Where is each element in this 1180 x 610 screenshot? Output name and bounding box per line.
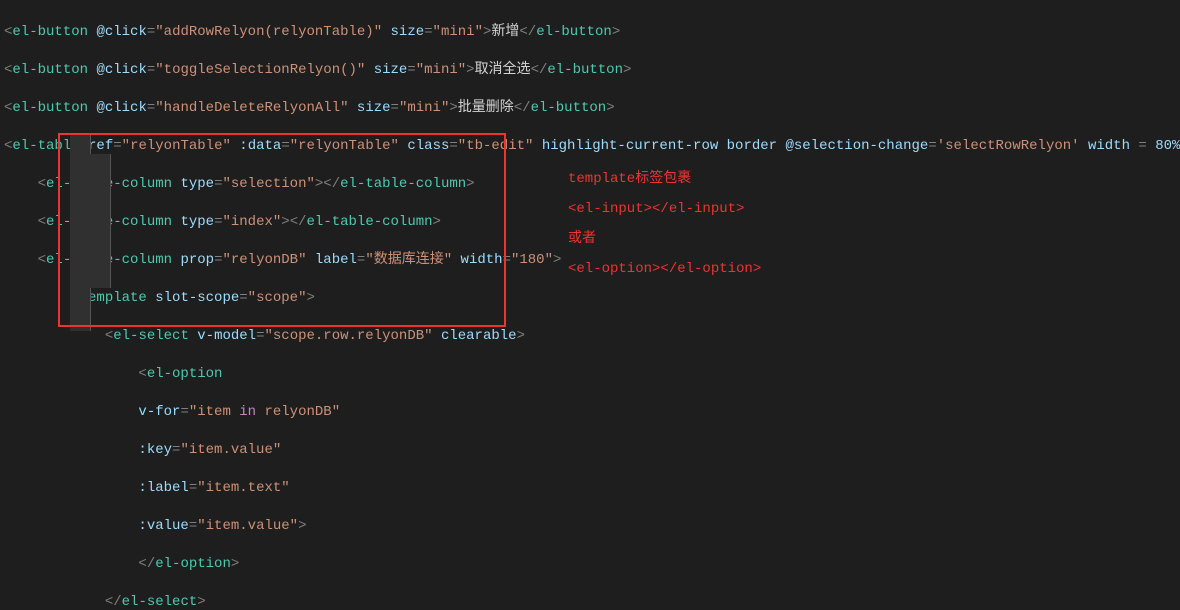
code-line[interactable]: <el-button @click="addRowRelyon(relyonTa… [4,23,1180,42]
annotation-text: 或者 [568,230,596,249]
code-line[interactable]: :key="item.value" [4,441,1180,460]
code-line[interactable]: :value="item.value"> [4,517,1180,536]
code-line[interactable]: </el-select> [4,593,1180,610]
code-line[interactable]: <el-select v-model="scope.row.relyonDB" … [4,327,1180,346]
code-line[interactable]: v-for="item in relyonDB" [4,403,1180,422]
code-line[interactable]: <el-table ref="relyonTable" :data="relyo… [4,137,1180,156]
code-editor[interactable]: <el-button @click="addRowRelyon(relyonTa… [0,0,1180,610]
code-line[interactable]: <el-button @click="handleDeleteRelyonAll… [4,99,1180,118]
code-line[interactable]: :label="item.text" [4,479,1180,498]
fold-gutter[interactable] [70,135,91,331]
annotation-text: <el-option></el-option> [568,260,761,279]
code-line[interactable]: </el-option> [4,555,1180,574]
code-line[interactable]: <el-button @click="toggleSelectionRelyon… [4,61,1180,80]
annotation-text: <el-input></el-input> [568,200,744,219]
fold-gutter-inner[interactable] [90,154,111,288]
code-line[interactable]: <el-option [4,365,1180,384]
annotation-text: template标签包裹 [568,170,691,189]
code-line[interactable]: <template slot-scope="scope"> [4,289,1180,308]
